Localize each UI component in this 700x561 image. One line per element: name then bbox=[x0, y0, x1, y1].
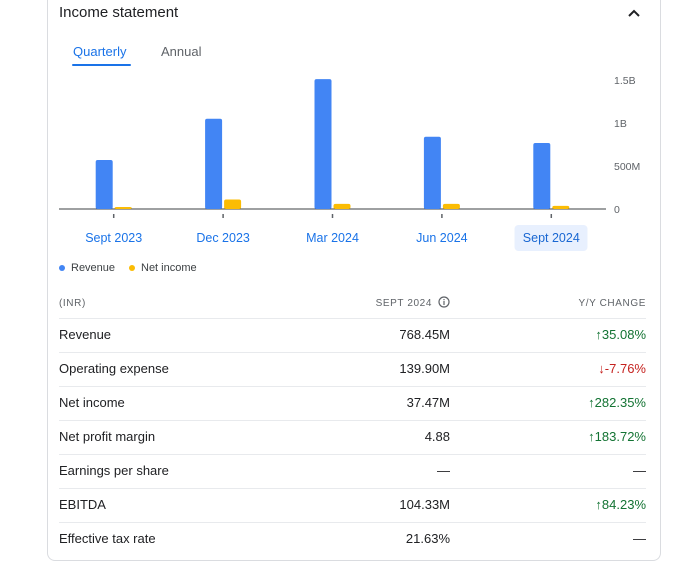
x-category-label[interactable]: Sept 2024 bbox=[514, 225, 588, 251]
table-row: Revenue 768.45M ↑35.08% bbox=[59, 318, 646, 352]
metric-value: 104.33M bbox=[399, 497, 450, 512]
revenue-bar[interactable] bbox=[423, 136, 441, 209]
table-header: (INR) SEPT 2024 Y/Y CHANGE bbox=[59, 290, 646, 318]
net-income-bar[interactable] bbox=[552, 205, 570, 209]
metric-label: Revenue bbox=[59, 327, 112, 342]
revenue-bar[interactable] bbox=[533, 142, 551, 209]
metric-label: Net income bbox=[59, 395, 125, 410]
revenue-bar[interactable] bbox=[205, 118, 223, 209]
x-category-label[interactable]: Sept 2023 bbox=[77, 225, 150, 251]
yoy-change: — bbox=[633, 463, 646, 478]
financial-table: (INR) SEPT 2024 Y/Y CHANGE Revenue 768.45… bbox=[59, 290, 646, 556]
legend-dot-icon bbox=[129, 265, 135, 271]
yoy-change-value: — bbox=[633, 463, 646, 478]
metric-label: EBITDA bbox=[59, 497, 106, 512]
y-tick-label: 1B bbox=[614, 118, 627, 130]
yoy-change-value: — bbox=[633, 531, 646, 546]
legend-dot-icon bbox=[59, 265, 65, 271]
table-row: Net profit margin 4.88 ↑183.72% bbox=[59, 420, 646, 454]
yoy-change-value: 84.23% bbox=[601, 497, 646, 512]
revenue-bar[interactable] bbox=[95, 159, 113, 209]
legend-label: Revenue bbox=[71, 262, 116, 274]
yoy-change-value: 282.35% bbox=[594, 395, 646, 410]
yoy-change-value: 35.08% bbox=[601, 327, 646, 342]
yoy-change: ↑35.08% bbox=[595, 327, 646, 342]
metric-value: 4.88 bbox=[424, 429, 450, 444]
metric-value: 21.63% bbox=[405, 531, 450, 546]
legend-item: Revenue bbox=[59, 262, 115, 274]
currency-label: (INR) bbox=[59, 298, 86, 309]
metric-value: 37.47M bbox=[406, 395, 450, 410]
x-category-label[interactable]: Dec 2023 bbox=[188, 225, 258, 251]
metric-label: Net profit margin bbox=[59, 429, 156, 444]
yoy-change: — bbox=[633, 531, 646, 546]
yoy-change: ↑84.23% bbox=[595, 497, 646, 512]
net-income-bar[interactable] bbox=[442, 203, 460, 209]
legend-label: Net income bbox=[141, 262, 197, 274]
yoy-change: ↓-7.76% bbox=[598, 361, 646, 376]
table-row: Operating expense 139.90M ↓-7.76% bbox=[59, 352, 646, 386]
metric-label: Earnings per share bbox=[59, 463, 169, 478]
x-category-label[interactable]: Jun 2024 bbox=[408, 225, 475, 251]
net-income-bar[interactable] bbox=[224, 199, 242, 209]
table-row: Earnings per share — — bbox=[59, 454, 646, 488]
metric-value: 768.45M bbox=[399, 327, 450, 342]
net-income-bar[interactable] bbox=[333, 203, 351, 209]
table-row: Net income 37.47M ↑282.35% bbox=[59, 386, 646, 420]
legend-item: Net income bbox=[129, 262, 197, 274]
table-row: Effective tax rate 21.63% — bbox=[59, 522, 646, 556]
y-tick-label: 500M bbox=[614, 161, 640, 173]
yoy-change: ↑183.72% bbox=[588, 429, 646, 444]
net-income-bar[interactable] bbox=[114, 207, 132, 209]
x-category-label[interactable]: Mar 2024 bbox=[298, 225, 367, 251]
yoy-change: ↑282.35% bbox=[588, 395, 646, 410]
change-column-header: Y/Y CHANGE bbox=[578, 298, 646, 309]
period-column-header: SEPT 2024 bbox=[375, 298, 432, 309]
y-tick-label: 0 bbox=[614, 204, 620, 216]
metric-label: Operating expense bbox=[59, 361, 169, 376]
revenue-bar[interactable] bbox=[314, 79, 332, 209]
metric-label: Effective tax rate bbox=[59, 531, 156, 546]
info-icon[interactable] bbox=[438, 296, 450, 308]
metric-value: — bbox=[437, 463, 450, 478]
table-row: EBITDA 104.33M ↑84.23% bbox=[59, 488, 646, 522]
y-tick-label: 1.5B bbox=[614, 75, 636, 87]
metric-value: 139.90M bbox=[399, 361, 450, 376]
yoy-change-value: 183.72% bbox=[594, 429, 646, 444]
yoy-change-value: -7.76% bbox=[604, 361, 646, 376]
